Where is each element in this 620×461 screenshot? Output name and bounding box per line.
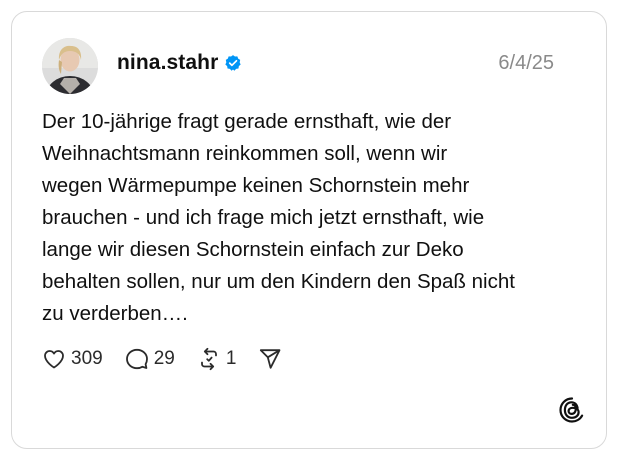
like-button[interactable]: 309 (42, 347, 103, 371)
username[interactable]: nina.stahr (117, 51, 218, 75)
repost-button[interactable]: 1 (197, 347, 237, 371)
repost-count: 1 (225, 348, 237, 369)
send-icon (258, 347, 282, 371)
comment-bubble-icon (125, 347, 149, 371)
reply-button[interactable]: 29 (125, 347, 175, 371)
heart-icon (42, 347, 66, 371)
action-bar: 309 29 1 (42, 345, 304, 373)
reply-count: 29 (153, 348, 175, 369)
post-card: nina.stahr 6/4/25 Der 10-jährige fragt g… (11, 11, 607, 449)
verified-badge-icon (224, 54, 242, 72)
post-text: Der 10-jährige fragt gerade ernsthaft, w… (42, 110, 515, 325)
repost-icon (197, 347, 221, 371)
profile-photo (42, 38, 98, 94)
threads-logo-icon[interactable] (558, 396, 586, 424)
like-count: 309 (71, 348, 103, 369)
share-button[interactable] (258, 347, 282, 371)
avatar[interactable] (42, 38, 98, 94)
post-date: 6/4/25 (498, 52, 554, 74)
post-header: nina.stahr (117, 51, 242, 75)
